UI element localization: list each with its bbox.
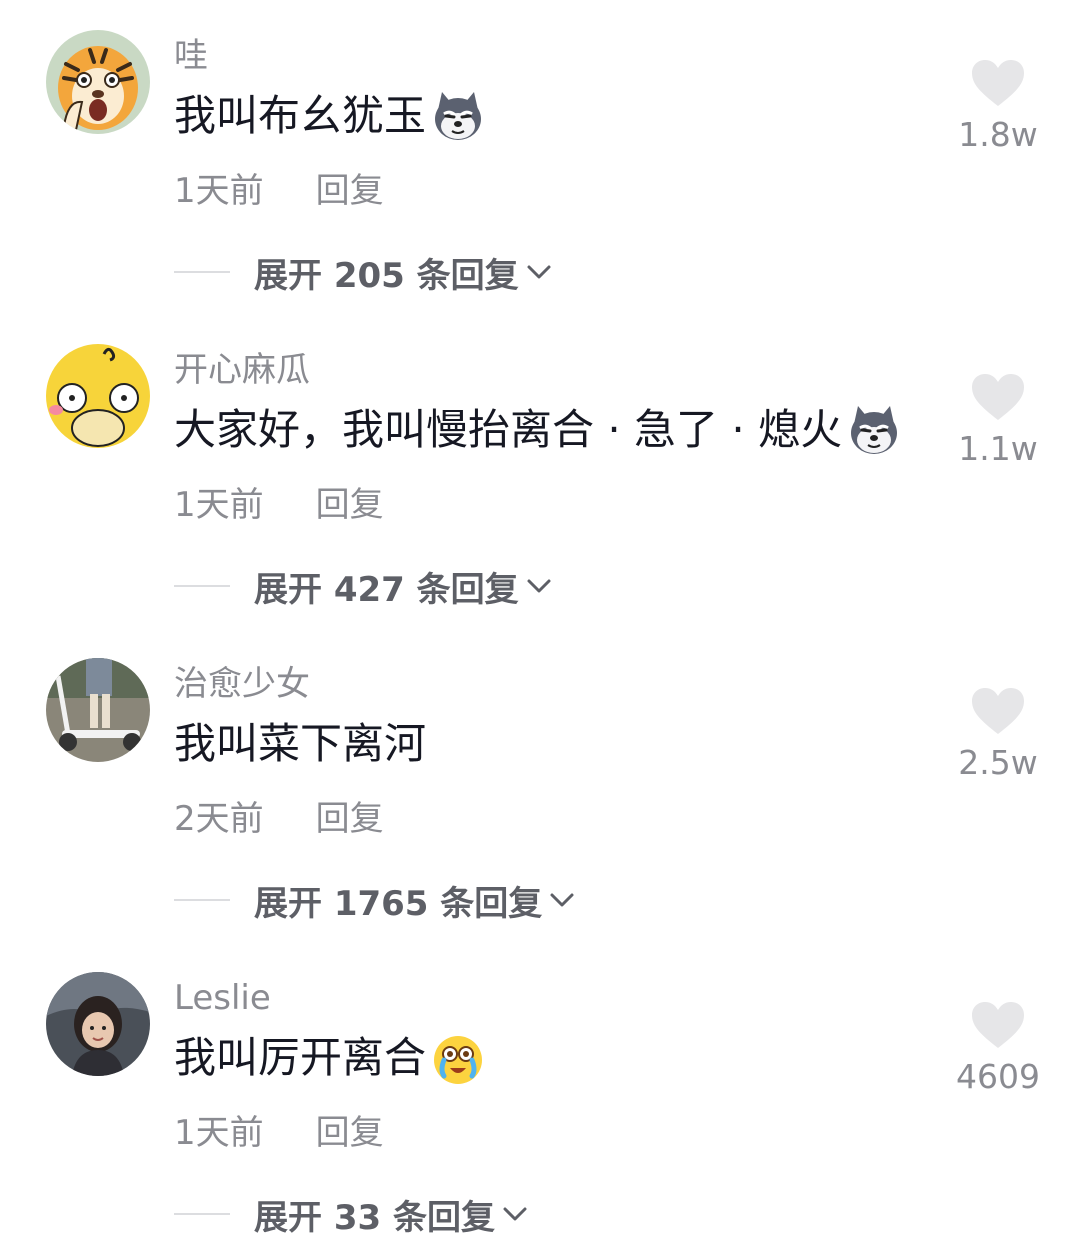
crying-laugh-emoji-icon — [430, 1030, 486, 1086]
comment-item: 开心麻瓜 大家好，我叫慢抬离合 · 急了 · 熄火 1天前 回复 展开 427 … — [0, 314, 1080, 628]
like-button[interactable]: 1.1w — [938, 372, 1058, 470]
husky-dog-emoji-icon — [846, 402, 902, 458]
comment-text: 我叫布幺犹玉 — [174, 91, 427, 140]
comment-meta: 1天前 回复 — [174, 477, 384, 526]
expand-replies-label: 展开 33 条回复 — [254, 1197, 495, 1238]
divider-line — [174, 585, 230, 587]
yellow-duck-avatar-icon — [46, 344, 150, 448]
comment-text-row: 我叫菜下离河 — [174, 716, 426, 772]
comment-username[interactable]: Leslie — [174, 976, 271, 1020]
expand-replies-label: 展开 427 条回复 — [254, 569, 519, 610]
like-button[interactable]: 4609 — [938, 1000, 1058, 1098]
comment-text: 我叫厉开离合 — [174, 1033, 427, 1082]
avatar[interactable] — [46, 658, 150, 762]
chevron-down-icon — [527, 579, 551, 593]
heart-icon — [972, 688, 1024, 734]
comment-time: 1天前 — [174, 1112, 264, 1153]
comment-meta: 1天前 回复 — [174, 163, 384, 212]
divider-line — [174, 271, 230, 273]
comment-text: 大家好，我叫慢抬离合 · 急了 · 熄火 — [174, 405, 843, 454]
girl-photo-avatar-icon — [46, 972, 150, 1076]
like-count: 1.1w — [958, 429, 1038, 468]
like-count: 4609 — [956, 1057, 1040, 1096]
like-count: 2.5w — [958, 743, 1038, 782]
reply-button[interactable]: 回复 — [316, 1105, 384, 1154]
expand-replies-button[interactable]: 展开 33 条回复 — [174, 1188, 531, 1240]
husky-dog-emoji-icon — [430, 88, 486, 144]
avatar[interactable] — [46, 344, 150, 448]
comment-time: 2天前 — [174, 798, 264, 839]
expand-replies-button[interactable]: 展开 205 条回复 — [174, 246, 555, 298]
comment-item: 治愈少女 我叫菜下离河 2天前 回复 展开 1765 条回复 2.5w — [0, 628, 1080, 942]
expand-replies-button[interactable]: 展开 1765 条回复 — [174, 874, 578, 926]
chevron-down-icon — [527, 265, 551, 279]
heart-icon — [972, 1002, 1024, 1048]
comment-meta: 2天前 回复 — [174, 791, 384, 840]
comment-item: Leslie 我叫厉开离合 1天前 回复 展开 33 条回复 4609 — [0, 942, 1080, 1256]
like-button[interactable]: 2.5w — [938, 686, 1058, 784]
comment-text: 我叫菜下离河 — [174, 719, 427, 768]
comment-text-row: 大家好，我叫慢抬离合 · 急了 · 熄火 — [174, 402, 902, 458]
reply-button[interactable]: 回复 — [316, 163, 384, 212]
reply-button[interactable]: 回复 — [316, 477, 384, 526]
chevron-down-icon — [550, 893, 574, 907]
comment-meta: 1天前 回复 — [174, 1105, 384, 1154]
tiger-avatar-icon — [46, 30, 150, 134]
scooter-photo-avatar-icon — [46, 658, 150, 762]
reply-button[interactable]: 回复 — [316, 791, 384, 840]
comment-username[interactable]: 开心麻瓜 — [174, 348, 310, 392]
like-count: 1.8w — [958, 115, 1038, 154]
comment-time: 1天前 — [174, 484, 264, 525]
comment-time: 1天前 — [174, 170, 264, 211]
comment-username[interactable]: 治愈少女 — [174, 662, 310, 706]
expand-replies-label: 展开 1765 条回复 — [254, 883, 543, 924]
comment-text-row: 我叫布幺犹玉 — [174, 88, 486, 144]
comment-item: 哇 我叫布幺犹玉 1天前 回复 展开 205 条回复 1.8w — [0, 0, 1080, 314]
heart-icon — [972, 60, 1024, 106]
comment-text-row: 我叫厉开离合 — [174, 1030, 486, 1086]
chevron-down-icon — [503, 1207, 527, 1221]
comment-username[interactable]: 哇 — [174, 34, 208, 78]
avatar[interactable] — [46, 30, 150, 134]
heart-icon — [972, 374, 1024, 420]
like-button[interactable]: 1.8w — [938, 58, 1058, 156]
expand-replies-button[interactable]: 展开 427 条回复 — [174, 560, 555, 612]
divider-line — [174, 899, 230, 901]
avatar[interactable] — [46, 972, 150, 1076]
divider-line — [174, 1213, 230, 1215]
expand-replies-label: 展开 205 条回复 — [254, 255, 519, 296]
